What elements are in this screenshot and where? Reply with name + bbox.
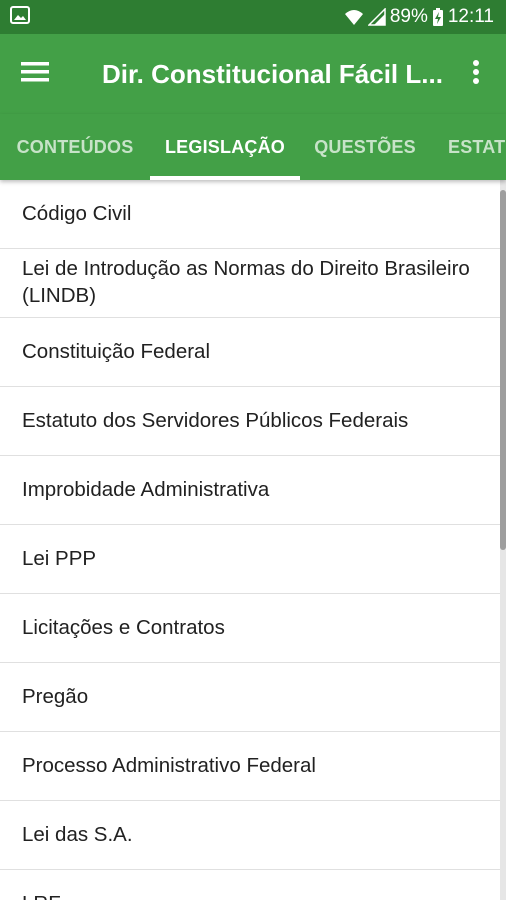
tab-indicator xyxy=(150,176,300,180)
list-item[interactable]: Código Civil xyxy=(0,180,500,249)
overflow-menu-button[interactable] xyxy=(446,34,506,114)
list-item[interactable]: Licitações e Contratos xyxy=(0,594,500,663)
hamburger-menu-icon xyxy=(21,61,49,88)
signal-icon xyxy=(367,8,386,26)
tab-bar: CONTEÚDOS LEGISLAÇÃO QUESTÕES ESTATUTOS xyxy=(0,114,506,180)
list-item[interactable]: Lei de Introdução as Normas do Direito B… xyxy=(0,249,500,318)
tab-conteudos[interactable]: CONTEÚDOS xyxy=(0,114,150,180)
gallery-notification-icon xyxy=(10,5,30,29)
list-item[interactable]: Constituição Federal xyxy=(0,318,500,387)
app-title: Dir. Constitucional Fácil L... xyxy=(102,58,443,89)
app-bar: Dir. Constitucional Fácil L... xyxy=(0,34,506,114)
list-item[interactable]: Pregão xyxy=(0,663,500,732)
tab-estatutos[interactable]: ESTATUTOS xyxy=(448,114,506,180)
clock: 12:11 xyxy=(447,6,494,27)
tab-questoes[interactable]: QUESTÕES xyxy=(300,114,430,180)
list-item[interactable]: LRF xyxy=(0,870,500,900)
menu-button[interactable] xyxy=(0,34,70,114)
list-item[interactable]: Improbidade Administrativa xyxy=(0,456,500,525)
list-item[interactable]: Processo Administrativo Federal xyxy=(0,732,500,801)
legislation-list: Código Civil Lei de Introdução as Normas… xyxy=(0,180,500,900)
status-bar: 89% 12:11 xyxy=(0,0,506,34)
scrollbar[interactable] xyxy=(500,190,506,550)
tab-legislacao[interactable]: LEGISLAÇÃO xyxy=(150,114,300,180)
battery-charging-icon xyxy=(432,7,444,27)
list-item[interactable]: Lei das S.A. xyxy=(0,801,500,870)
wifi-icon xyxy=(344,8,364,26)
more-vert-icon xyxy=(472,59,480,90)
list-item[interactable]: Estatuto dos Servidores Públicos Federai… xyxy=(0,387,500,456)
list-item[interactable]: Lei PPP xyxy=(0,525,500,594)
battery-percent: 89% xyxy=(389,6,428,27)
